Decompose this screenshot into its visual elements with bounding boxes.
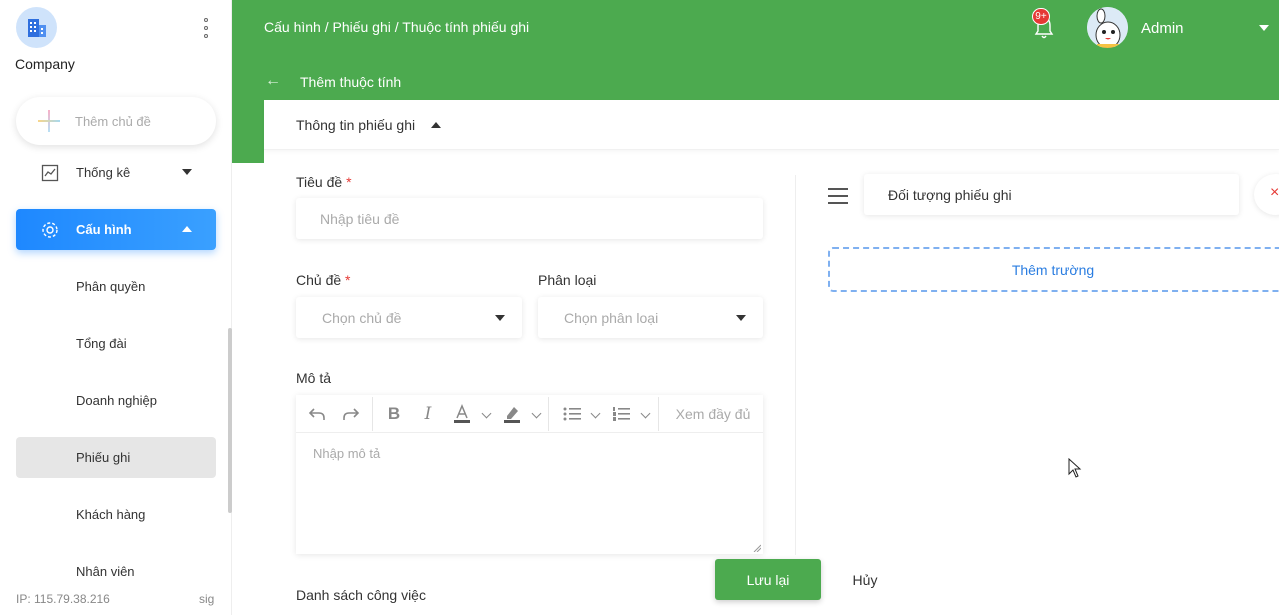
- sidebar: Company Thêm chủ đề Thống kê Cấu hình Ph…: [0, 0, 232, 615]
- close-icon: ×: [1270, 184, 1279, 201]
- fullview-button[interactable]: Xem đầy đủ: [668, 395, 758, 433]
- sidebar-subitem-customers[interactable]: Khách hàng: [16, 494, 216, 535]
- back-arrow-icon[interactable]: ←: [265, 72, 281, 90]
- required-mark: *: [346, 174, 352, 190]
- title-placeholder: Nhập tiêu đề: [320, 210, 400, 227]
- section-header[interactable]: Thông tin phiếu ghi: [264, 100, 1279, 150]
- breadcrumb: Cấu hình / Phiếu ghi / Thuộc tính phiếu …: [264, 19, 530, 35]
- title-label: Tiêu đề *: [296, 174, 352, 190]
- chevron-down-icon[interactable]: [590, 408, 601, 419]
- sidebar-item-config[interactable]: Cấu hình: [16, 209, 216, 250]
- panel-divider: [795, 175, 796, 555]
- mouse-cursor-icon: [1068, 458, 1082, 478]
- highlight-icon[interactable]: [500, 395, 524, 433]
- chevron-up-icon[interactable]: [431, 122, 441, 128]
- add-field-label: Thêm trường: [1011, 261, 1095, 278]
- sidebar-scrollbar[interactable]: [228, 328, 232, 513]
- company-name: Company: [15, 56, 75, 72]
- bullet-list-icon[interactable]: [560, 395, 584, 433]
- plus-icon: [38, 110, 60, 132]
- chevron-down-icon[interactable]: [481, 408, 492, 419]
- topic-label-text: Chủ đề: [296, 272, 342, 288]
- chevron-up-icon: [182, 226, 192, 232]
- sig-text: sig: [199, 592, 215, 606]
- numbered-list-icon[interactable]: [609, 395, 633, 433]
- section-title: Thông tin phiếu ghi: [296, 117, 416, 133]
- gear-icon: [40, 220, 60, 240]
- bold-icon[interactable]: B: [382, 395, 406, 433]
- sidebar-item-statistics[interactable]: Thống kê: [16, 152, 216, 193]
- topic-label: Chủ đề *: [296, 272, 351, 288]
- chart-icon: [40, 163, 60, 183]
- sidebar-subitem-permissions[interactable]: Phân quyền: [16, 266, 216, 307]
- text-color-icon[interactable]: [450, 395, 474, 433]
- drag-handle-icon[interactable]: [828, 188, 848, 204]
- description-editor[interactable]: B I Xem đầy đủ Nhập mô tả: [296, 395, 763, 554]
- sidebar-subitem-enterprise[interactable]: Doanh nghiệp: [16, 380, 216, 421]
- add-topic-label: Thêm chủ đề: [75, 113, 151, 129]
- sidebar-subitem-records[interactable]: Phiếu ghi: [16, 437, 216, 478]
- add-topic-button[interactable]: Thêm chủ đề: [16, 97, 216, 145]
- task-list-label: Danh sách công việc: [296, 587, 426, 603]
- avatar[interactable]: [1087, 7, 1128, 48]
- chevron-down-icon: [495, 315, 505, 321]
- italic-icon[interactable]: I: [416, 395, 440, 433]
- chevron-down-icon: [736, 315, 746, 321]
- save-button[interactable]: Lưu lại: [715, 559, 821, 600]
- company-logo-icon: [16, 7, 57, 48]
- description-placeholder: Nhập mô tả: [313, 446, 381, 461]
- chevron-down-icon[interactable]: [531, 408, 542, 419]
- add-field-button[interactable]: Thêm trường: [828, 247, 1279, 292]
- object-field-value: Đối tượng phiếu ghi: [888, 186, 1012, 203]
- category-placeholder: Chọn phân loại: [564, 309, 659, 326]
- category-label: Phân loại: [538, 272, 597, 288]
- required-mark: *: [345, 272, 351, 288]
- chevron-down-icon[interactable]: [640, 408, 651, 419]
- cancel-button[interactable]: Hủy: [838, 559, 892, 600]
- sidebar-subitem-employees[interactable]: Nhân viên: [16, 551, 216, 592]
- description-label: Mô tả: [296, 370, 332, 386]
- editor-toolbar: B I Xem đầy đủ: [296, 395, 763, 433]
- resize-handle-icon[interactable]: [753, 544, 761, 552]
- chevron-down-icon[interactable]: [1259, 25, 1269, 31]
- more-options-icon[interactable]: [200, 18, 212, 38]
- object-field-input[interactable]: Đối tượng phiếu ghi: [864, 174, 1239, 215]
- title-input[interactable]: Nhập tiêu đề: [296, 198, 763, 239]
- category-select[interactable]: Chọn phân loại: [538, 297, 763, 338]
- user-name[interactable]: Admin: [1141, 20, 1184, 37]
- sidebar-item-label: Cấu hình: [76, 222, 132, 237]
- chevron-down-icon: [182, 169, 192, 175]
- sidebar-item-label: Thống kê: [76, 165, 131, 180]
- sidebar-subitem-switchboard[interactable]: Tổng đài: [16, 323, 216, 364]
- undo-icon[interactable]: [304, 395, 330, 433]
- title-label-text: Tiêu đề: [296, 174, 343, 190]
- redo-icon[interactable]: [338, 395, 364, 433]
- page-subtitle: Thêm thuộc tính: [300, 74, 402, 90]
- notification-badge: 9+: [1032, 8, 1050, 25]
- ip-address: IP: 115.79.38.216: [16, 592, 110, 606]
- topic-placeholder: Chọn chủ đề: [322, 309, 402, 326]
- topic-select[interactable]: Chọn chủ đề: [296, 297, 522, 338]
